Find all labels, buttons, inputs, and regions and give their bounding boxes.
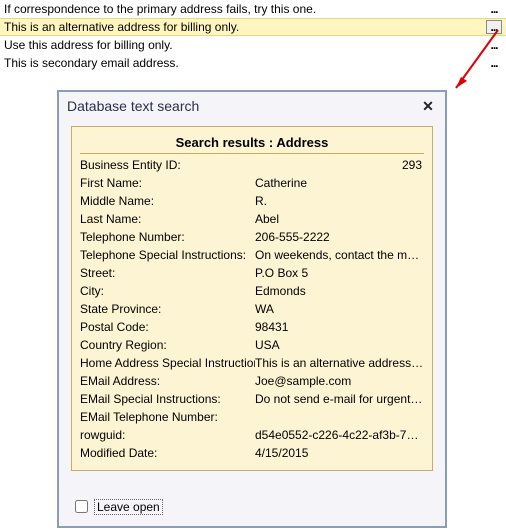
result-label: Telephone Number:: [80, 230, 255, 244]
result-row: EMail Address:Joe@sample.com: [80, 372, 424, 390]
result-row: EMail Telephone Number:: [80, 408, 424, 426]
result-row: rowguid:d54e0552-c226-4c22-af3b-762c...: [80, 426, 424, 444]
result-row: Telephone Special Instructions:On weeken…: [80, 246, 424, 264]
result-label: Modified Date:: [80, 446, 255, 460]
dialog-title: Database text search: [67, 98, 419, 114]
result-row: State Province:WA: [80, 300, 424, 318]
result-value: 206-555-2222: [255, 230, 424, 244]
result-row: Postal Code:98431: [80, 318, 424, 336]
result-row: EMail Special Instructions:Do not send e…: [80, 390, 424, 408]
result-label: Last Name:: [80, 212, 255, 226]
result-value: Catherine: [255, 176, 424, 190]
result-label: EMail Telephone Number:: [80, 410, 255, 424]
result-label: Home Address Special Instructions:: [80, 356, 255, 370]
result-row: Home Address Special Instructions:This i…: [80, 354, 424, 372]
close-icon[interactable]: ✕: [419, 97, 437, 115]
result-value: 98431: [255, 320, 424, 334]
result-row: Street:P.O Box 5: [80, 264, 424, 282]
list-row[interactable]: This is an alternative address for billi…: [0, 18, 506, 36]
result-value: On weekends, contact the mana...: [255, 248, 424, 262]
leave-open-label[interactable]: Leave open: [95, 500, 162, 514]
result-value: R.: [255, 194, 424, 208]
search-dialog: Database text search ✕ Search results : …: [57, 90, 447, 528]
ellipsis-icon[interactable]: ...: [486, 20, 502, 34]
result-label: Country Region:: [80, 338, 255, 352]
list-row-text: This is secondary email address.: [4, 56, 486, 70]
result-value: WA: [255, 302, 424, 316]
list-row-text: If correspondence to the primary address…: [4, 2, 486, 16]
result-value: This is an alternative address for ...: [255, 356, 424, 370]
result-label: Telephone Special Instructions:: [80, 248, 255, 262]
list-row-text: Use this address for billing only.: [4, 38, 486, 52]
result-label: Postal Code:: [80, 320, 255, 334]
ellipsis-icon[interactable]: ...: [486, 56, 502, 70]
dialog-titlebar[interactable]: Database text search ✕: [59, 92, 445, 120]
result-row: Last Name:Abel: [80, 210, 424, 228]
result-label: Middle Name:: [80, 194, 255, 208]
result-label: EMail Address:: [80, 374, 255, 388]
result-value: 4/15/2015: [255, 446, 424, 460]
result-label: rowguid:: [80, 428, 255, 442]
list-row[interactable]: Use this address for billing only....: [0, 36, 506, 54]
ellipsis-icon[interactable]: ...: [486, 38, 502, 52]
result-value: Do not send e-mail for urgent iss...: [255, 392, 424, 406]
result-label: Business Entity ID:: [80, 158, 255, 172]
result-row: Country Region:USA: [80, 336, 424, 354]
list-row[interactable]: If correspondence to the primary address…: [0, 0, 506, 18]
results-title: Search results : Address: [80, 131, 424, 154]
result-label: EMail Special Instructions:: [80, 392, 255, 406]
result-value: Edmonds: [255, 284, 424, 298]
result-row: City:Edmonds: [80, 282, 424, 300]
result-label: First Name:: [80, 176, 255, 190]
list-row[interactable]: This is secondary email address....: [0, 54, 506, 72]
result-value: 293: [255, 158, 424, 172]
result-label: State Province:: [80, 302, 255, 316]
result-value: Joe@sample.com: [255, 374, 424, 388]
result-row: First Name:Catherine: [80, 174, 424, 192]
result-row: Telephone Number:206-555-2222: [80, 228, 424, 246]
result-value: d54e0552-c226-4c22-af3b-762c...: [255, 428, 424, 442]
result-row: Middle Name:R.: [80, 192, 424, 210]
dialog-footer: Leave open: [71, 497, 162, 516]
result-row: Modified Date:4/15/2015: [80, 444, 424, 462]
result-value: Abel: [255, 212, 424, 226]
result-label: City:: [80, 284, 255, 298]
result-value: P.O Box 5: [255, 266, 424, 280]
results-panel: Search results : Address Business Entity…: [71, 126, 433, 471]
list-row-text: This is an alternative address for billi…: [4, 20, 486, 34]
result-value: USA: [255, 338, 424, 352]
result-row: Business Entity ID:293: [80, 156, 424, 174]
leave-open-checkbox[interactable]: [75, 500, 88, 513]
result-label: Street:: [80, 266, 255, 280]
ellipsis-icon[interactable]: ...: [486, 2, 502, 16]
